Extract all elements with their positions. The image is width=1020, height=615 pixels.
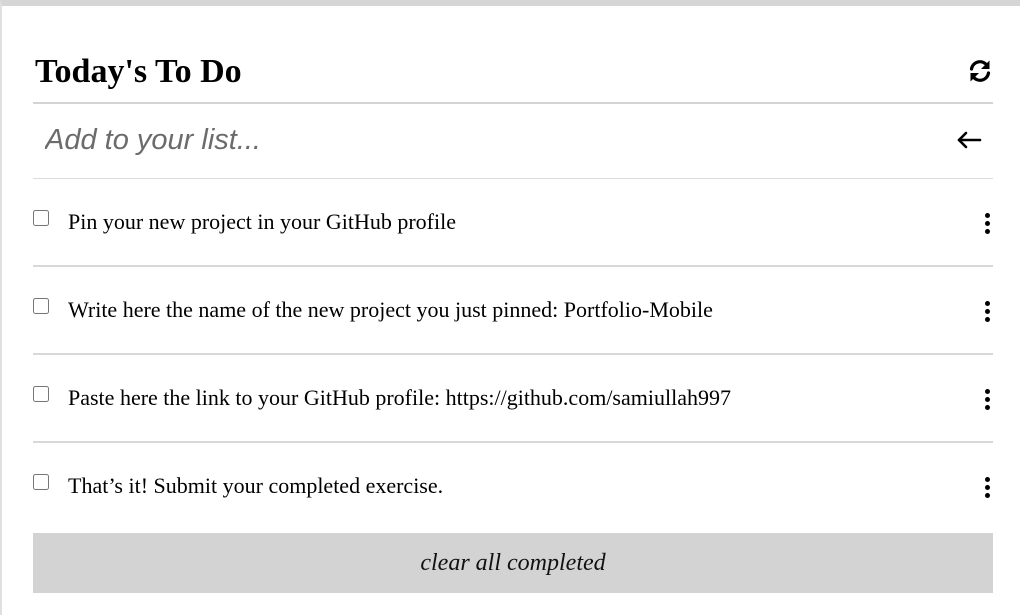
todo-checkbox[interactable] (33, 386, 49, 402)
more-vertical-icon[interactable] (983, 213, 993, 235)
more-vertical-icon[interactable] (983, 477, 993, 499)
todo-text[interactable]: That’s it! Submit your completed exercis… (68, 472, 443, 500)
todo-item: That’s it! Submit your completed exercis… (33, 443, 993, 531)
todo-checkbox[interactable] (33, 298, 49, 314)
app-frame: Today's To Do Pin your new project in yo… (0, 0, 1020, 615)
clear-completed-button[interactable]: clear all completed (33, 533, 993, 593)
add-todo-input[interactable] (33, 114, 945, 166)
arrow-left-icon[interactable] (955, 128, 983, 152)
header: Today's To Do (33, 46, 993, 104)
more-vertical-icon[interactable] (983, 389, 993, 411)
todo-text[interactable]: Pin your new project in your GitHub prof… (68, 208, 456, 236)
refresh-icon[interactable] (967, 58, 993, 84)
todo-item: Pin your new project in your GitHub prof… (33, 179, 993, 267)
todo-item: Write here the name of the new project y… (33, 267, 993, 355)
todo-checkbox[interactable] (33, 474, 49, 490)
add-item-row (33, 104, 993, 179)
todo-checkbox[interactable] (33, 210, 49, 226)
todo-item: Paste here the link to your GitHub profi… (33, 355, 993, 443)
more-vertical-icon[interactable] (983, 301, 993, 323)
todo-text[interactable]: Write here the name of the new project y… (68, 296, 713, 324)
todo-text[interactable]: Paste here the link to your GitHub profi… (68, 384, 731, 412)
todo-list: Pin your new project in your GitHub prof… (33, 179, 993, 531)
page-title: Today's To Do (35, 53, 242, 90)
